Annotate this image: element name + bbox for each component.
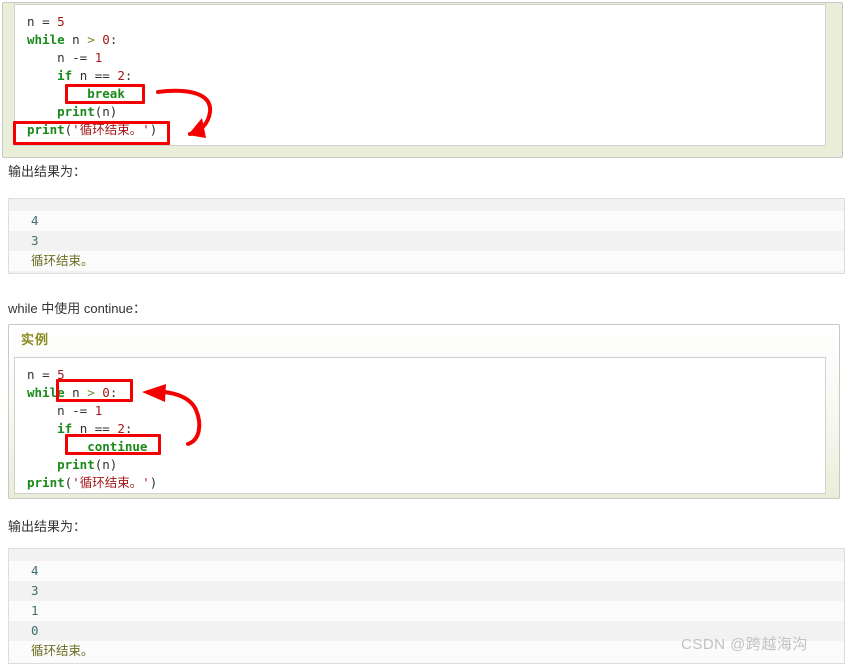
- output-pad-top: [9, 199, 844, 211]
- break-example-code-surface: n = 5 while n > 0: n -= 1 if n == 2: bre…: [14, 4, 826, 146]
- break-example-code: n = 5 while n > 0: n -= 1 if n == 2: bre…: [27, 14, 158, 137]
- continue-example-title: 实例: [21, 332, 50, 347]
- break-result-label: 输出结果为：: [8, 164, 87, 179]
- csdn-watermark: CSDN @跨越海沟: [681, 636, 808, 653]
- output-line: 4: [31, 563, 39, 578]
- output-line: 3: [9, 581, 844, 601]
- output-line: 1: [31, 603, 39, 618]
- output-pad-bottom: [9, 271, 844, 273]
- break-output-box: 4 3 循环结束。: [8, 198, 845, 274]
- continue-intro-text: while 中使用 continue：: [8, 301, 146, 316]
- continue-result-label: 输出结果为：: [8, 519, 87, 534]
- continue-example-code-surface: n = 5 while n > 0: n -= 1 if n == 2: con…: [14, 357, 826, 494]
- page-root: n = 5 while n > 0: n -= 1 if n == 2: bre…: [0, 0, 853, 664]
- output-line: 4: [31, 213, 39, 228]
- continue-example-code: n = 5 while n > 0: n -= 1 if n == 2: con…: [27, 367, 158, 490]
- output-line: 3: [9, 231, 844, 251]
- output-pad-top: [9, 549, 844, 561]
- output-line: 循环结束。: [31, 253, 94, 268]
